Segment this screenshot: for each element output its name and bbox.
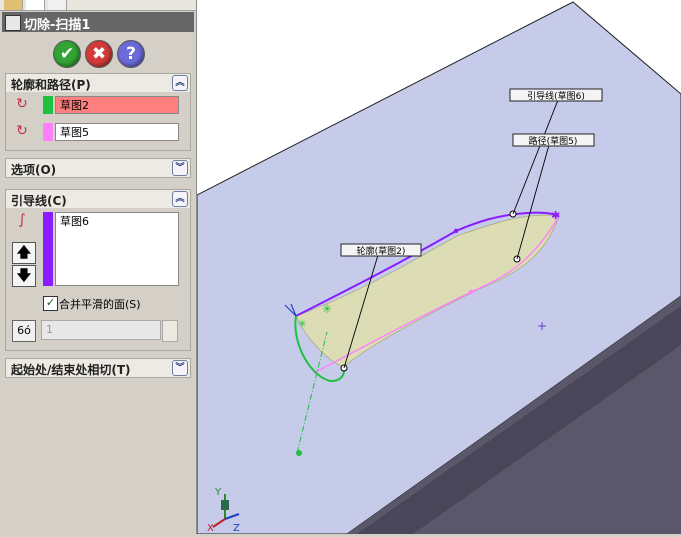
profile-path-section-header[interactable]: 轮廓和路径(P) ︽: [5, 73, 191, 93]
profile-point-marker: ✳: [322, 302, 332, 316]
list-item[interactable]: 草图6: [60, 213, 178, 231]
profile-callout-label: 轮廓(草图2): [357, 245, 406, 257]
chevron-up-icon[interactable]: ︽: [172, 75, 188, 91]
section-count-spinner[interactable]: [162, 320, 178, 342]
z-axis-label: Z: [233, 523, 240, 534]
profile-color-swatch: [43, 96, 53, 114]
section-title: 轮廓和路径(P): [11, 78, 91, 92]
x-icon: ✖: [91, 44, 107, 64]
path-callout-label: 路径(草图5): [529, 135, 578, 147]
path-color-swatch: [43, 123, 53, 141]
configuration-manager-tab[interactable]: [48, 0, 67, 10]
arrow-down-icon: 🡇: [16, 268, 32, 284]
move-down-button[interactable]: 🡇: [12, 265, 36, 287]
move-up-button[interactable]: 🡅: [12, 242, 36, 264]
feature-manager-tab[interactable]: [4, 0, 23, 10]
profile-sketch-icon: ↻: [16, 96, 28, 112]
y-axis-label: Y: [214, 487, 222, 498]
arrow-up-icon: 🡅: [16, 245, 32, 261]
check-icon: ✔: [59, 44, 75, 64]
options-section-header[interactable]: 选项(O) ︾: [5, 158, 191, 178]
tangency-section-header[interactable]: 起始处/结束处相切(T) ︾: [5, 358, 191, 378]
guide-curves-section-header[interactable]: 引导线(C) ︽: [5, 189, 191, 209]
cut-sweep-icon: [5, 15, 21, 31]
merge-faces-checkbox[interactable]: ✓: [43, 296, 58, 311]
help-button[interactable]: ?: [117, 40, 145, 68]
profile-selection-field[interactable]: 草图2: [55, 96, 179, 114]
section-title: 选项(O): [11, 163, 57, 177]
show-sections-button[interactable]: 6ó: [12, 320, 36, 342]
panel-tabs: [0, 0, 196, 11]
chevron-down-icon[interactable]: ︾: [172, 160, 188, 176]
glasses-icon: 6ó: [17, 324, 31, 337]
section-title: 引导线(C): [11, 194, 67, 208]
property-manager-panel: 切除-扫描1 ✔ ✖ ? 轮廓和路径(P) ︽ ↻ 草图2 ↻ 草图5 选项(O…: [0, 0, 197, 534]
section-count-field[interactable]: 1: [41, 320, 161, 340]
graphics-viewport[interactable]: ✳ ✳ ✱ + 引导线(草图6) 路径(草图5) 轮廓(草图2) Y X Z: [196, 0, 681, 535]
guide-point: [453, 228, 459, 234]
guide-curves-list[interactable]: 草图6: [55, 212, 179, 286]
ok-button[interactable]: ✔: [53, 40, 81, 68]
centerline-endpoint: [296, 450, 302, 456]
origin-plus-marker: +: [537, 319, 547, 333]
chevron-up-icon[interactable]: ︽: [172, 191, 188, 207]
cancel-button[interactable]: ✖: [85, 40, 113, 68]
guide-end-marker: ✱: [551, 209, 560, 222]
x-axis-label: X: [207, 523, 214, 534]
guide-curve-icon: ∫: [18, 212, 26, 228]
guide-callout-label: 引导线(草图6): [527, 90, 585, 102]
guide-color-swatch: [43, 212, 53, 286]
chevron-down-icon[interactable]: ︾: [172, 360, 188, 376]
origin-marker: ✳: [298, 319, 306, 330]
question-icon: ?: [126, 44, 136, 64]
profile-path-section-body: ↻ 草图2 ↻ 草图5: [5, 92, 191, 151]
feature-title-bar: 切除-扫描1: [2, 12, 194, 33]
section-title: 起始处/结束处相切(T): [11, 363, 131, 377]
path-selection-field[interactable]: 草图5: [55, 123, 179, 141]
merge-faces-label: 合并平滑的面(S): [59, 298, 141, 311]
model-canvas: ✳ ✳ ✱ + 引导线(草图6) 路径(草图5) 轮廓(草图2) Y X Z: [196, 0, 681, 535]
path-point: [468, 289, 474, 295]
feature-title: 切除-扫描1: [24, 18, 91, 33]
path-sketch-icon: ↻: [16, 123, 28, 139]
guide-curves-section-body: ∫ 草图6 🡅 🡇 ✓ 合并平滑的面(S) 6ó 1: [5, 208, 191, 351]
property-manager-tab[interactable]: [26, 0, 45, 10]
